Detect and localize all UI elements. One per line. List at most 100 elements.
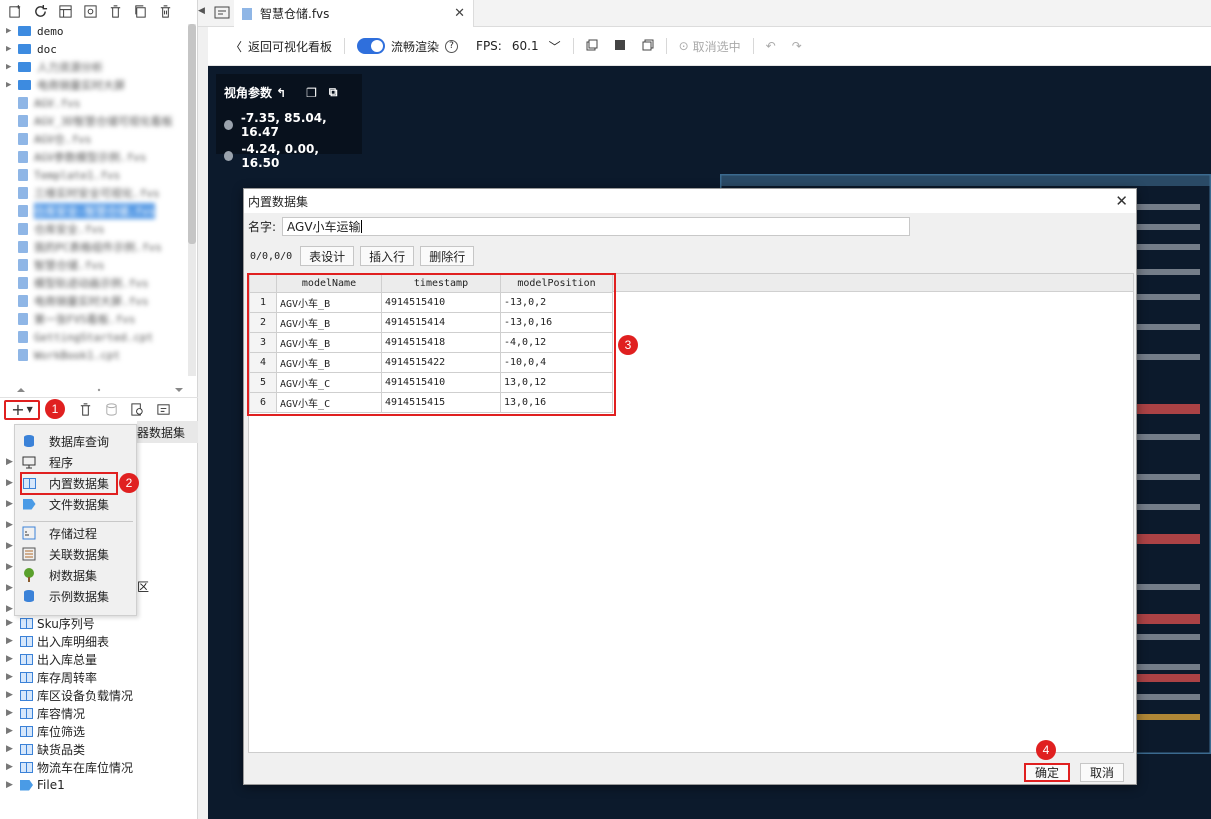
file-item[interactable]: AGV仓.fvs [0,130,186,148]
menu-item-db-query[interactable]: 数据库查询 [21,431,109,451]
file-item[interactable]: GettingStarted.cpt [0,328,186,346]
deselect-button[interactable]: 取消选中 [693,38,741,55]
help-icon[interactable]: ? [445,39,459,53]
folder-item[interactable]: ▶ 人力资源分析 [0,58,186,76]
file-item[interactable]: Template1.fvs [0,166,186,184]
trash-icon[interactable] [156,2,174,20]
redo-icon[interactable]: ↷ [792,39,802,53]
dataset-item[interactable]: ▶ Sku序列号 [6,614,95,632]
expand-arrow-icon[interactable]: ▶ [6,618,20,628]
dataset-item[interactable]: ▶ 库位筛选 [6,722,85,740]
folder-item[interactable]: ▶ doc [0,40,186,58]
layer-down-icon[interactable] [642,39,654,54]
settings-icon[interactable] [81,2,99,20]
file-item[interactable]: 第一张FVS看板.fvs [0,310,186,328]
refresh-icon[interactable] [31,2,49,20]
menu-item-file-dataset[interactable]: 文件数据集 [21,494,109,514]
reset-icon[interactable]: ↰ [276,86,286,100]
edit-dataset-icon[interactable] [154,401,172,419]
expand-arrow-icon[interactable]: ▶ [6,44,18,54]
file-item[interactable]: 我的PC表格组件示例.fvs [0,238,186,256]
preview-icon[interactable] [128,401,146,419]
chevron-down-icon[interactable]: ﹀ [549,38,561,55]
file-item[interactable]: AGV_3D智慧仓储可视化看板 [0,112,186,130]
expand-arrow-icon[interactable]: ▶ [6,672,20,682]
table-design-button[interactable]: 表设计 [300,246,355,266]
panel-splitter[interactable] [0,384,198,396]
dataset-item[interactable]: ▶ 物流车在库位情况 [6,758,133,776]
expand-arrow-icon[interactable]: ▶ [6,62,18,72]
folder-icon [18,80,31,90]
splitter-strip[interactable] [198,27,208,819]
file-icon [18,349,28,361]
copy-icon[interactable] [131,2,149,20]
dataset-item[interactable]: ▶ 出入库总量 [6,650,97,668]
ok-button[interactable]: 确定 [1024,763,1070,782]
file-icon [18,97,28,109]
file-item[interactable]: AGV参数模型示例.fvs [0,148,186,166]
file-icon [18,259,28,271]
layer-up-icon[interactable] [586,39,598,54]
expand-arrow-icon[interactable]: ▶ [6,80,18,90]
tab-scroll-left-icon[interactable]: ◀ [198,6,212,16]
cancel-button[interactable]: 取消 [1080,763,1124,782]
delete-icon[interactable] [106,2,124,20]
file-icon [18,223,28,235]
back-to-dashboard-button[interactable]: 〈 返回可视化看板 [230,38,332,55]
file-tree-scrollbar[interactable] [188,24,196,376]
expand-arrow-icon[interactable]: ▶ [6,654,20,664]
file-item[interactable]: 仓库安全.fvs [0,220,186,238]
expand-arrow-icon[interactable]: ▶ [6,726,20,736]
dataset-item[interactable]: ▶ 库区设备负载情况 [6,686,133,704]
delete-dataset-icon[interactable] [76,401,94,419]
tab-smart-warehouse[interactable]: 智慧仓储.fvs ✕ [234,0,474,27]
folder-item[interactable]: ▶ 电商销量实时大屏 [0,76,186,94]
dataset-item[interactable]: ▶ 出入库明细表 [6,632,109,650]
expand-arrow-icon[interactable]: ▶ [6,762,20,772]
file-icon [18,133,28,145]
expand-arrow-icon[interactable]: ▶ [6,690,20,700]
close-tab-icon[interactable]: ✕ [454,6,465,21]
menu-item-sample-dataset[interactable]: 示例数据集 [21,586,109,606]
callout-4: 4 [1036,740,1056,760]
template-icon[interactable] [56,2,74,20]
menu-item-related-dataset[interactable]: 关联数据集 [21,544,109,564]
expand-arrow-icon[interactable]: ▶ [6,636,20,646]
file-item[interactable]: 电商销量实时大屏.fvs [0,292,186,310]
file-item[interactable]: WorkBook1.cpt [0,346,186,364]
database-icon[interactable] [102,401,120,419]
dialog-title-bar: 内置数据集 [244,189,1136,213]
tab-list-icon[interactable] [212,3,232,23]
smooth-render-toggle[interactable] [357,38,386,54]
menu-item-program[interactable]: 程序 [21,452,73,472]
paste-icon[interactable]: ⧉ [329,85,338,100]
file-icon [18,241,28,253]
menu-item-tree-dataset[interactable]: 树数据集 [21,565,97,585]
dataset-name-input[interactable]: AGV小车运输 [282,217,911,236]
layer-top-icon[interactable] [614,39,626,54]
dataset-item[interactable]: ▶ 缺货品类 [6,740,85,758]
folder-item[interactable]: ▶ demo [0,22,186,40]
file-item[interactable]: 智慧仓储.fvs [0,256,186,274]
new-file-icon[interactable] [6,2,24,20]
expand-arrow-icon[interactable]: ▶ [6,708,20,718]
table-icon [20,689,33,701]
delete-row-button[interactable]: 删除行 [420,246,475,266]
copy-icon[interactable]: ❐ [306,86,317,100]
expand-arrow-icon[interactable]: ▶ [6,744,20,754]
expand-arrow-icon[interactable]: ▶ [6,780,20,790]
expand-arrow-icon[interactable]: ▶ [6,26,18,36]
insert-row-button[interactable]: 插入行 [360,246,415,266]
file-item[interactable]: 三维实时安全可视化.fvs [0,184,186,202]
add-dataset-button[interactable]: + ▼ [4,399,40,420]
file-item[interactable]: AGV.fvs [0,94,186,112]
dataset-item[interactable]: ▶ 库容情况 [6,704,85,722]
dataset-item[interactable]: ▶ File1 [6,776,65,794]
dataset-item[interactable]: ▶ 库存周转率 [6,668,97,686]
undo-icon[interactable]: ↶ [766,39,776,53]
editor-toolbar: 〈 返回可视化看板 流畅渲染 ? FPS: 60.1 ﹀ ⊙ 取消选中 ↶ ↷ [198,27,1211,66]
close-icon[interactable]: ✕ [1115,192,1128,210]
file-item[interactable]: 仓库安全-智慧仓储.fvs [0,202,186,220]
file-item[interactable]: 模型轨迹动画示例.fvs [0,274,186,292]
menu-item-stored-procedure[interactable]: 存储过程 [21,523,97,543]
